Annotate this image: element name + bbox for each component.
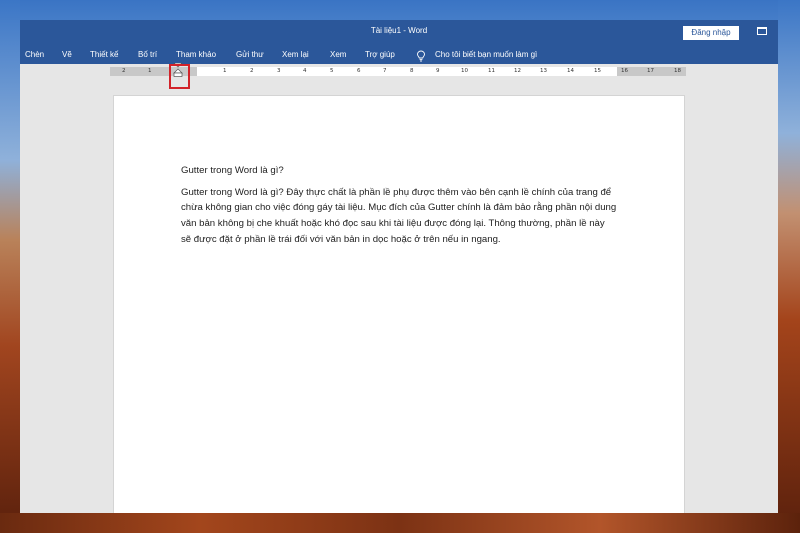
- ruler-tick: 7: [383, 68, 387, 74]
- ruler-tick: 4: [303, 68, 307, 74]
- document-body[interactable]: Gutter trong Word là gì? Gutter trong Wo…: [181, 163, 617, 248]
- tab-insert[interactable]: Chèn: [25, 48, 44, 62]
- ribbon-display-options-icon[interactable]: [756, 26, 768, 36]
- ruler-tick: 2: [250, 68, 254, 74]
- word-window: Tài liệu1 - Word Đăng nhập Chèn Vẽ Thiết…: [20, 20, 778, 513]
- ruler-tick: 5: [330, 68, 334, 74]
- horizontal-ruler[interactable]: 2 1 1 2 3 4 5 6 7 8 9 10 11 12 13 14 15 …: [110, 63, 686, 77]
- ruler-tick: 18: [674, 68, 681, 74]
- ruler-tick: 13: [540, 68, 547, 74]
- tab-references[interactable]: Tham khảo: [176, 48, 216, 62]
- tab-view[interactable]: Xem: [330, 48, 346, 62]
- desktop-wallpaper-bottom: [0, 513, 800, 533]
- tab-layout[interactable]: Bố trí: [138, 48, 157, 62]
- tell-me-search[interactable]: Cho tôi biết bạn muốn làm gì: [435, 48, 537, 62]
- ruler-tick: 2: [122, 68, 126, 74]
- document-page[interactable]: Gutter trong Word là gì? Gutter trong Wo…: [113, 95, 685, 513]
- ruler-tick: 12: [514, 68, 521, 74]
- window-title: Tài liệu1 - Word: [370, 26, 428, 35]
- tab-mailings[interactable]: Gửi thư: [236, 48, 264, 62]
- document-paragraph: Gutter trong Word là gì? Đây thực chất l…: [181, 186, 617, 245]
- desktop-wallpaper-right: [778, 0, 800, 533]
- ruler-tick: 10: [461, 68, 468, 74]
- ruler-tick: 1: [223, 68, 227, 74]
- ruler-tick: 6: [357, 68, 361, 74]
- ruler-tick: 17: [647, 68, 654, 74]
- ruler-tick: 15: [594, 68, 601, 74]
- ruler-tick: 14: [567, 68, 574, 74]
- desktop-wallpaper-left: [0, 0, 20, 533]
- document-heading: Gutter trong Word là gì?: [181, 165, 284, 176]
- login-button[interactable]: Đăng nhập: [683, 26, 739, 40]
- tab-review[interactable]: Xem lại: [282, 48, 309, 62]
- ribbon-tabs: Chèn Vẽ Thiết kế Bố trí Tham khảo Gửi th…: [20, 48, 778, 62]
- title-bar: Tài liệu1 - Word Đăng nhập Chèn Vẽ Thiết…: [20, 20, 778, 64]
- gutter-highlight-box: [169, 64, 190, 89]
- tab-draw[interactable]: Vẽ: [62, 48, 72, 62]
- tab-design[interactable]: Thiết kế: [90, 48, 118, 62]
- tab-help[interactable]: Trợ giúp: [365, 48, 395, 62]
- ruler-tick: 16: [621, 68, 628, 74]
- ruler-tick: 11: [488, 68, 495, 74]
- ruler-tick: 9: [436, 68, 440, 74]
- ruler-tick: 8: [410, 68, 414, 74]
- lightbulb-icon[interactable]: [416, 50, 426, 62]
- ruler-tick: 1: [148, 68, 152, 74]
- ruler-tick: 3: [277, 68, 281, 74]
